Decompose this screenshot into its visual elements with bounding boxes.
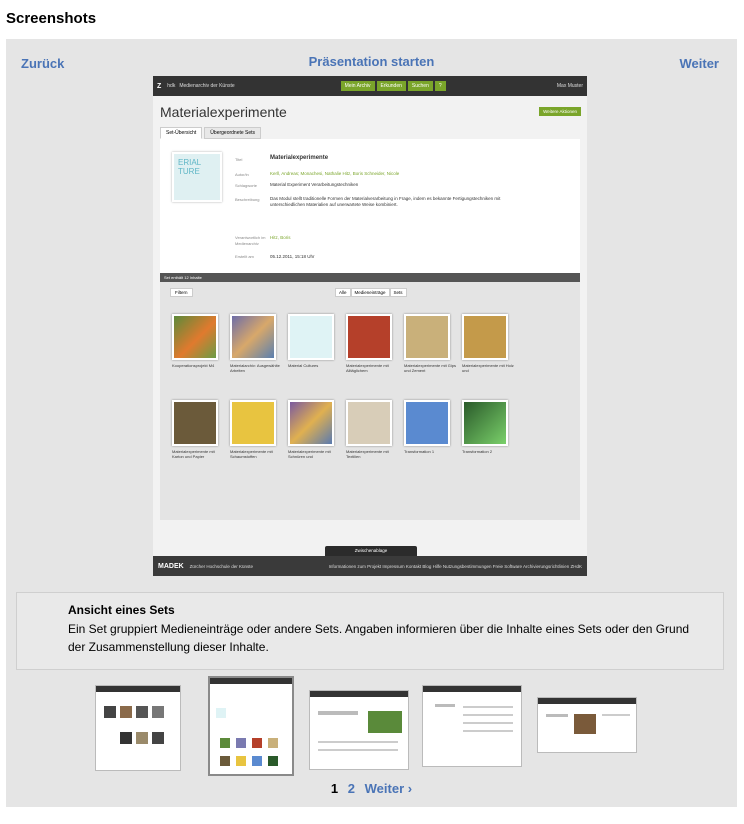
caption-box: Ansicht eines Sets Ein Set gruppiert Med… — [16, 592, 724, 670]
tile-label: Materialexperimente mit Schaumstoffen — [230, 449, 273, 459]
meta-value: Das Modul stellt traditionelle Formen de… — [270, 196, 501, 207]
screenshot-cover: ERIAL TURE — [172, 152, 222, 202]
prev-link[interactable]: Zurück — [21, 56, 64, 71]
tile-label: Materialexperimente mit Gips und Zement — [404, 363, 457, 373]
tile-image — [288, 314, 334, 360]
screenshot-grid: Filtern Alle Medieneinträge Sets Koopera… — [160, 282, 580, 520]
screenshot-action-button: Weitere Aktionen — [539, 107, 581, 116]
meta-value: Materialexperimente — [270, 155, 329, 161]
tile-image — [230, 400, 276, 446]
next-page-link[interactable]: Weiter › — [365, 781, 412, 796]
screenshot-user: Max Muster — [556, 83, 583, 89]
segment: Alle — [335, 288, 351, 297]
screenshot-gallery: Präsentation starten Zurück Weiter Z hdk… — [6, 39, 737, 807]
tile-image — [172, 314, 218, 360]
thumbnail-1[interactable] — [95, 685, 181, 771]
screenshot-menu-item: Suchen — [407, 81, 433, 91]
meta-label: Erstellt am — [235, 254, 254, 259]
meta-label: Schlagworte — [235, 183, 258, 188]
screenshot-org: hdk — [167, 83, 176, 89]
tile-image — [462, 400, 508, 446]
segment: Medieneinträge — [350, 288, 390, 297]
screenshot-topbar: Z hdk Medienarchiv der Künste Mein Archi… — [153, 76, 587, 96]
tile-image — [462, 314, 508, 360]
next-link[interactable]: Weiter — [680, 56, 720, 71]
screenshot-logo: Z — [157, 82, 162, 90]
pagination: 1 2 Weiter › — [6, 781, 737, 796]
page-title: Screenshots — [6, 10, 97, 27]
screenshot-meta-card: ERIAL TURE Titel Materialexperimente Aut… — [160, 139, 580, 273]
screenshot-tab: Set-Übersicht — [160, 127, 203, 139]
tile-label: Kooperationsprojekt M4 — [172, 363, 215, 368]
meta-label: Beschreibung — [235, 197, 260, 202]
tile-image — [404, 400, 450, 446]
screenshot-menu-item: ? — [434, 81, 446, 91]
thumbnail-4[interactable] — [422, 685, 522, 767]
thumbnail-5[interactable] — [537, 697, 637, 753]
tile-label: Materialexperimente mit Alltäglichem — [346, 363, 389, 373]
footer-org: Zürcher Hochschule der Künste — [189, 563, 253, 569]
footer-links: Informationen zum Projekt Impressum Kont… — [328, 563, 582, 569]
tile-image — [288, 400, 334, 446]
tile-label: Materialexperimente mit Holz und — [462, 363, 514, 373]
meta-value: Material Experiment Verarbeitungstechnik… — [270, 182, 359, 187]
meta-label: Verantwortlich im Medienarchiv — [235, 235, 266, 246]
tile-label: Materialarchiv: Ausgewählte Arbeiten — [230, 363, 280, 373]
tile-label: Materialexperimente mit Textilien — [346, 449, 389, 459]
page-current: 1 — [330, 781, 339, 796]
tile-image — [230, 314, 276, 360]
thumbnail-3[interactable] — [309, 690, 409, 770]
screenshot-menu-item: Mein Archiv — [340, 81, 375, 91]
tile-label: Materialexperimente mit Karton und Papie… — [172, 449, 215, 459]
screenshot-footer: MADEK Zürcher Hochschule der Künste Info… — [153, 556, 587, 576]
screenshot-filter: Filtern — [170, 288, 193, 297]
tile-label: Transformation 2 — [462, 449, 493, 454]
screenshot-segments: Alle Medieneinträge Sets — [335, 288, 407, 297]
meta-label: Autor/in — [235, 172, 249, 177]
tile-image — [346, 314, 392, 360]
screenshot-menu-item: Erkunden — [376, 81, 406, 91]
caption-title: Ansicht eines Sets — [68, 603, 175, 617]
tile-label: Transformation 1 — [404, 449, 435, 454]
screenshot-subtitle: Medienarchiv der Künste — [179, 83, 235, 89]
meta-value: 05.12.2011, 15:18 Uhr — [270, 254, 315, 259]
footer-logo: MADEK — [158, 562, 184, 570]
page-2-link[interactable]: 2 — [348, 781, 355, 796]
screenshot-tabs: Set-Übersicht Übergeordnete Sets — [160, 127, 263, 139]
screenshot-tab: Übergeordnete Sets — [204, 127, 262, 139]
screenshot-count-bar: Set enthält 12 Inhalte — [160, 273, 580, 282]
tile-image — [404, 314, 450, 360]
tile-label: Materialexperimente mit Schnüren und — [288, 449, 331, 459]
tile-image — [172, 400, 218, 446]
caption-text: Ein Set gruppiert Medieneinträge oder an… — [68, 622, 690, 654]
start-presentation-link[interactable]: Präsentation starten — [6, 54, 737, 69]
meta-value: Kerll, Andreas; Monachesi, Nathalie Hitz… — [270, 171, 400, 176]
thumbnail-2-active[interactable] — [208, 676, 294, 776]
tile-label: Material Cultures — [288, 363, 319, 368]
segment: Sets — [389, 288, 407, 297]
meta-label: Titel — [235, 157, 243, 162]
meta-value: Hitz, Boris — [270, 235, 291, 240]
main-screenshot[interactable]: Z hdk Medienarchiv der Künste Mein Archi… — [153, 76, 587, 576]
screenshot-clipboard: Zwischenablage — [325, 546, 417, 556]
tile-image — [346, 400, 392, 446]
screenshot-set-title: Materialexperimente — [160, 104, 287, 120]
